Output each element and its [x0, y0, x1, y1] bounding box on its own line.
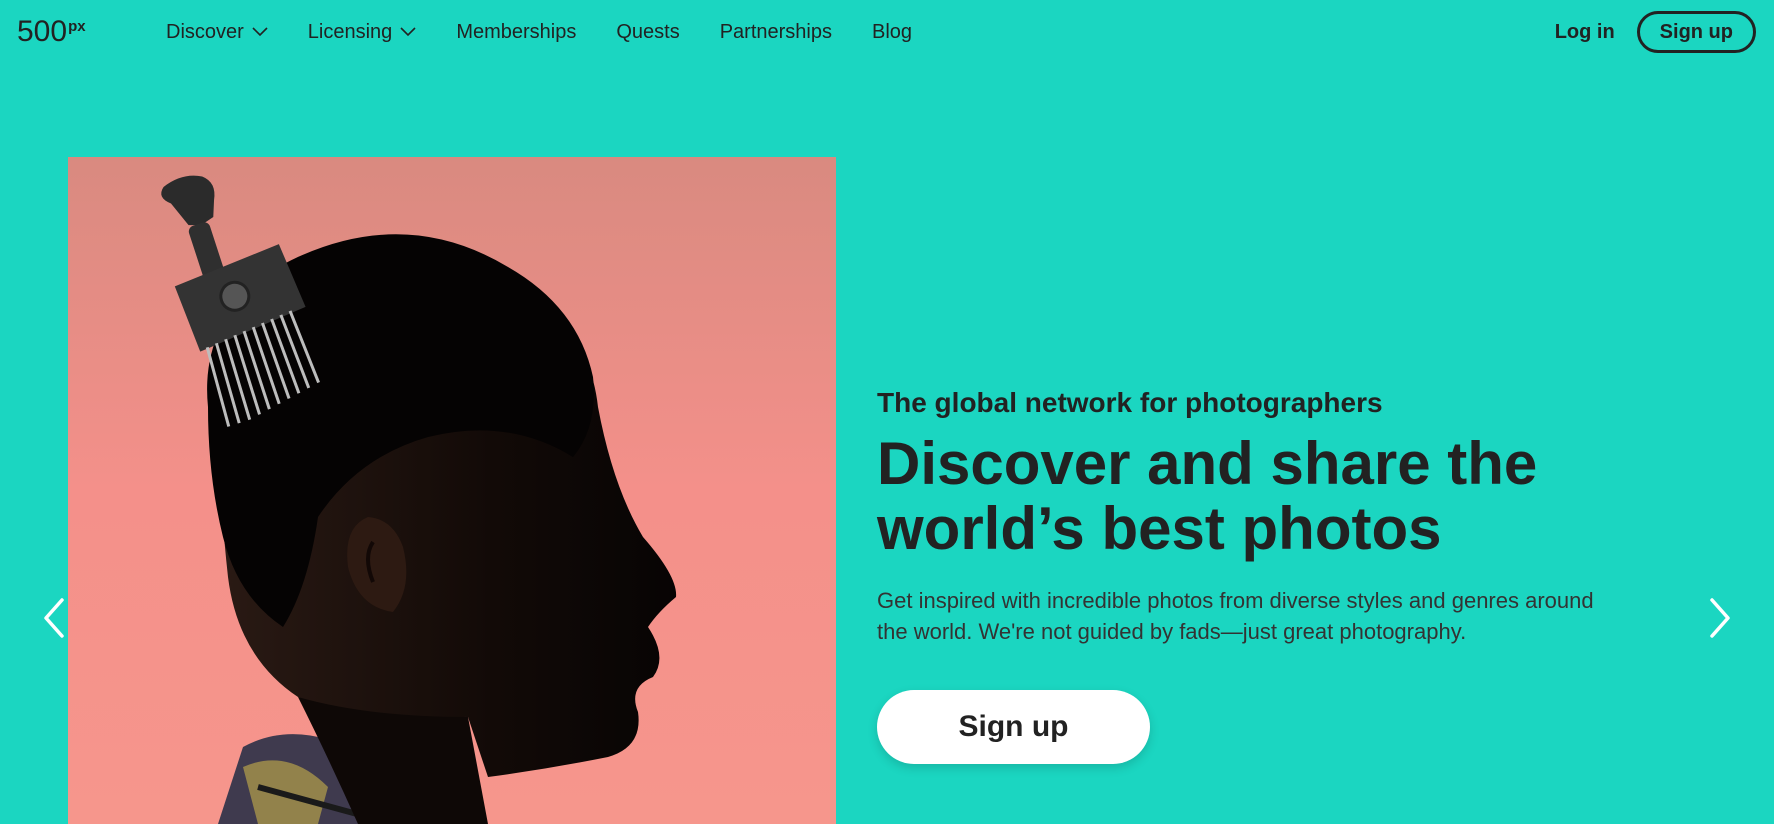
- hero-eyebrow: The global network for photographers: [877, 387, 1383, 418]
- main-nav: Discover Licensing Memberships Quests Pa…: [166, 0, 952, 64]
- chevron-down-icon: [252, 27, 268, 37]
- nav-item-memberships[interactable]: Memberships: [456, 21, 576, 44]
- hero-description-line1: Get inspired with incredible photos from…: [877, 588, 1594, 613]
- chevron-right-icon[interactable]: [1706, 596, 1734, 640]
- hero-photo: [68, 157, 836, 824]
- hero-description-line2: the world. We're not guided by fads—just…: [877, 619, 1467, 644]
- hero-photo-image: [68, 157, 836, 824]
- nav-item-label: Licensing: [307, 20, 393, 43]
- nav-item-label: Quests: [616, 20, 680, 43]
- logo-sup: px: [68, 18, 86, 35]
- nav-item-discover[interactable]: Discover: [166, 21, 268, 44]
- hero-signup-button[interactable]: Sign up: [877, 690, 1150, 764]
- hero-description: Get inspired with incredible photos from…: [877, 585, 1617, 647]
- nav-item-label: Memberships: [456, 20, 577, 43]
- chevron-down-icon: [400, 27, 416, 37]
- page: 500 px Discover Licensing Memberships Qu…: [0, 0, 1774, 824]
- login-link[interactable]: Log in: [1555, 21, 1615, 44]
- hero-headline: Discover and share the world’s best phot…: [877, 431, 1697, 561]
- nav-item-quests[interactable]: Quests: [616, 21, 679, 44]
- logo-main: 500: [17, 15, 68, 48]
- nav-item-licensing[interactable]: Licensing: [308, 21, 417, 44]
- nav-item-label: Blog: [872, 20, 913, 43]
- nav-item-blog[interactable]: Blog: [872, 21, 912, 44]
- hero-headline-line1: Discover and share the: [877, 430, 1538, 497]
- header-signup-button[interactable]: Sign up: [1636, 11, 1756, 53]
- logo-500px[interactable]: 500 px: [17, 12, 86, 52]
- hero-headline-line2: world’s best photos: [877, 495, 1442, 562]
- chevron-left-icon[interactable]: [40, 596, 68, 640]
- auth-controls: Log in Sign up: [1555, 11, 1756, 53]
- nav-item-label: Discover: [166, 20, 244, 43]
- hero-copy: The global network for photographers Dis…: [877, 383, 1697, 764]
- nav-item-partnerships[interactable]: Partnerships: [720, 21, 832, 44]
- nav-item-label: Partnerships: [719, 20, 832, 43]
